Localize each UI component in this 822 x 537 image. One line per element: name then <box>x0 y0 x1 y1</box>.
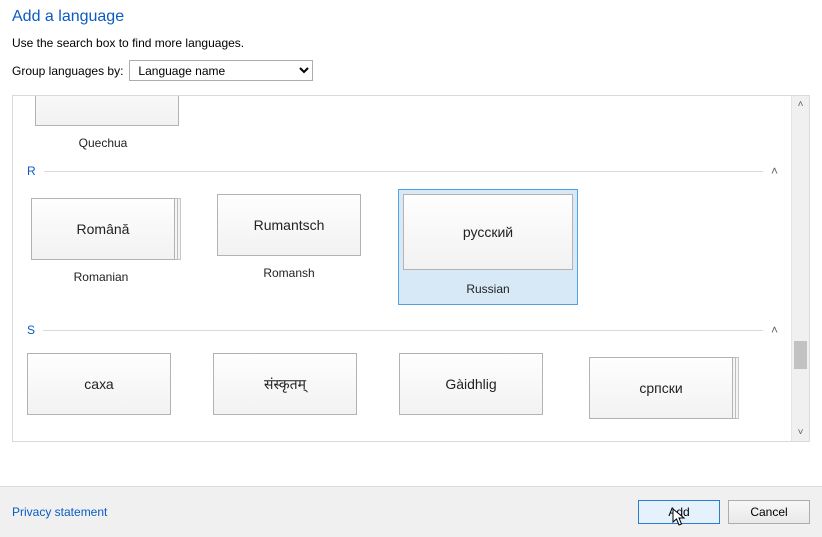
language-caption: Quechua <box>27 136 179 150</box>
group-by-row: Group languages by: Language name <box>12 60 810 81</box>
language-native: русский <box>463 224 513 240</box>
language-tile-serbian[interactable]: српски <box>585 353 733 419</box>
section-rule <box>44 171 763 172</box>
language-native: Rumantsch <box>254 217 325 233</box>
add-language-dialog: Add a language Use the search box to fin… <box>0 0 822 537</box>
page-title: Add a language <box>12 8 810 26</box>
language-tile-romanian[interactable]: Română Romanian <box>27 194 175 305</box>
language-caption: Romansh <box>217 266 361 280</box>
language-list-content: Quechua R ˄ Română Romanian <box>13 96 792 441</box>
scrollbar-thumb[interactable] <box>794 341 807 369</box>
cancel-button[interactable]: Cancel <box>728 500 810 524</box>
search-hint: Use the search box to find more language… <box>12 36 810 50</box>
language-caption: Romanian <box>27 270 175 284</box>
section-letter: R <box>27 164 44 178</box>
language-tile-gaelic[interactable]: Gàidhlig <box>399 353 543 419</box>
section-rule <box>43 330 763 331</box>
dialog-header: Add a language Use the search box to fin… <box>0 0 822 95</box>
tiles-row-s: саха संस्कृतम् Gàidhlig српски <box>27 341 778 423</box>
chevron-up-icon: ˄ <box>763 164 778 178</box>
language-native: Română <box>77 221 130 237</box>
section-header-r[interactable]: R ˄ <box>27 164 778 178</box>
chevron-down-icon: ˅ <box>798 427 804 438</box>
selection-highlight: русский Russian <box>398 189 578 305</box>
language-native: संस्कृतम् <box>264 375 306 394</box>
language-native: саха <box>84 376 113 392</box>
language-native: српски <box>639 380 682 396</box>
chevron-up-icon: ˄ <box>798 99 804 110</box>
section-header-s[interactable]: S ˄ <box>27 323 778 337</box>
group-by-select[interactable]: Language name <box>129 60 313 81</box>
group-by-label: Group languages by: <box>12 64 123 78</box>
section-letter: S <box>27 323 43 337</box>
dialog-footer: Privacy statement Add Cancel <box>0 486 822 537</box>
language-tile-sanskrit[interactable]: संस्कृतम् <box>213 353 357 419</box>
language-list-pane: Quechua R ˄ Română Romanian <box>12 95 810 442</box>
language-tile-romansh[interactable]: Rumantsch Romansh <box>217 194 361 305</box>
language-tile-sakha[interactable]: саха <box>27 353 171 419</box>
language-native: Gàidhlig <box>445 376 496 392</box>
chevron-up-icon: ˄ <box>763 323 778 337</box>
scroll-up-button[interactable]: ˄ <box>792 96 809 113</box>
language-tile-quechua[interactable] <box>31 96 179 126</box>
add-button[interactable]: Add <box>638 500 720 524</box>
scroll-down-button[interactable]: ˅ <box>792 424 809 441</box>
tiles-row-r: Română Romanian Rumantsch Romansh русски… <box>27 182 778 309</box>
vertical-scrollbar[interactable]: ˄ ˅ <box>791 96 809 441</box>
scrollbar-track[interactable] <box>792 113 809 424</box>
language-list-container: Quechua R ˄ Română Romanian <box>12 95 810 442</box>
language-tile-russian[interactable]: русский Russian <box>403 194 573 305</box>
privacy-link[interactable]: Privacy statement <box>12 505 107 519</box>
language-caption: Russian <box>403 282 573 296</box>
